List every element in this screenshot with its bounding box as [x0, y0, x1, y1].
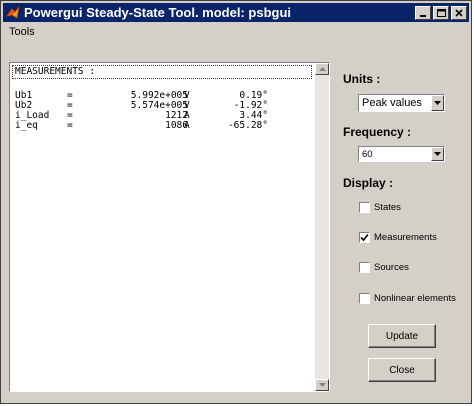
measurements-listbox[interactable]: MEASUREMENTS : Ub1 = 5.992e+005 V 0.19° … [9, 62, 330, 392]
measurements-header: MEASUREMENTS : [12, 65, 312, 79]
measurements-checkbox[interactable] [359, 232, 370, 243]
measurement-angle: -65.28° [227, 120, 268, 131]
checkbox-measurements[interactable]: Measurements [359, 232, 437, 243]
powergui-window: Powergui Steady-State Tool. model: psbgu… [0, 0, 472, 404]
close-icon[interactable] [451, 5, 467, 20]
sources-label: Sources [374, 262, 409, 273]
units-label: Units : [343, 72, 381, 86]
nonlinear-elements-label: Nonlinear elements [374, 293, 456, 304]
measurements-list: MEASUREMENTS : Ub1 = 5.992e+005 V 0.19° … [12, 65, 312, 131]
frequency-select[interactable]: 60 [358, 146, 445, 162]
minimize-icon[interactable] [415, 5, 431, 20]
window-controls [413, 5, 467, 20]
units-selected-value: Peak values [362, 97, 422, 109]
frequency-selected-value: 60 [362, 148, 373, 160]
update-button[interactable]: Update [368, 324, 436, 348]
checkmark-icon [360, 233, 369, 242]
units-select[interactable]: Peak values [358, 94, 445, 112]
measurement-name: i_eq [15, 120, 38, 131]
states-checkbox[interactable] [359, 202, 370, 213]
states-label: States [374, 202, 401, 213]
checkbox-states[interactable]: States [359, 202, 401, 213]
scroll-up-icon[interactable] [315, 63, 329, 75]
measurements-label: Measurements [374, 232, 437, 243]
maximize-icon[interactable] [433, 5, 449, 20]
nonlinear-elements-checkbox[interactable] [359, 293, 370, 304]
chevron-down-icon[interactable] [431, 95, 444, 111]
scroll-down-icon[interactable] [315, 379, 329, 391]
menu-bar: Tools [3, 23, 469, 41]
menu-tools[interactable]: Tools [3, 26, 41, 38]
measurement-unit: A [184, 120, 190, 131]
sources-checkbox[interactable] [359, 262, 370, 273]
matlab-logo-icon [6, 6, 20, 20]
checkbox-sources[interactable]: Sources [359, 262, 409, 273]
window-title: Powergui Steady-State Tool. model: psbgu… [24, 5, 292, 20]
checkbox-nonlinear-elements[interactable]: Nonlinear elements [359, 293, 456, 304]
title-bar[interactable]: Powergui Steady-State Tool. model: psbgu… [3, 3, 469, 22]
vertical-scrollbar[interactable] [315, 63, 329, 391]
frequency-label: Frequency : [343, 125, 412, 139]
measurement-row[interactable]: i_eq = 1086 A -65.28° [12, 121, 312, 131]
measurement-equals: = [67, 120, 73, 131]
close-button[interactable]: Close [368, 358, 436, 382]
display-label: Display : [343, 176, 394, 190]
chevron-down-icon[interactable] [431, 147, 444, 161]
